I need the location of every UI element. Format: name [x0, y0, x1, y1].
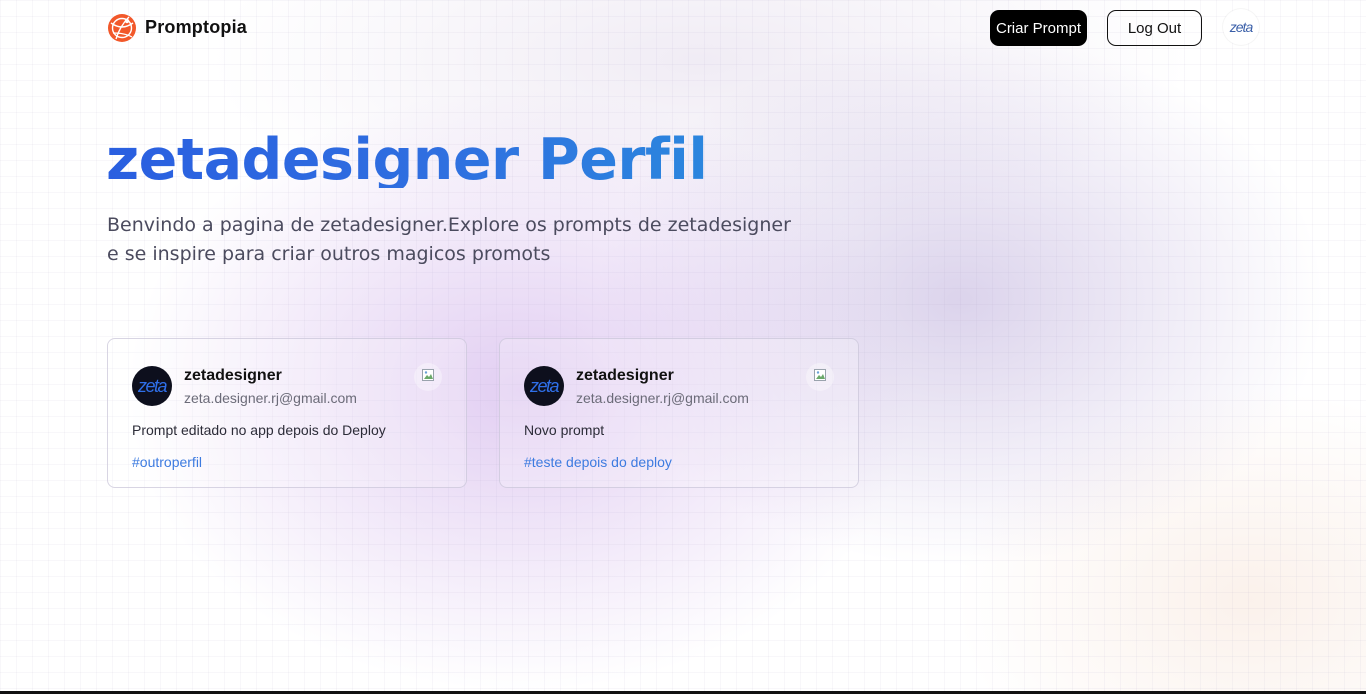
prompt-card: zeta zetadesigner zeta.designer.rj@gmail… — [107, 338, 467, 488]
author-username[interactable]: zetadesigner — [184, 367, 282, 385]
promptopia-logo-icon — [107, 13, 137, 43]
copy-button[interactable] — [414, 363, 442, 391]
logout-button[interactable]: Log Out — [1107, 10, 1202, 46]
prompt-tag[interactable]: #outroperfil — [132, 454, 202, 470]
author-email: zeta.designer.rj@gmail.com — [184, 390, 357, 406]
author-avatar[interactable]: zeta — [524, 366, 564, 406]
user-avatar[interactable]: zeta — [1223, 9, 1259, 45]
prompt-text: Prompt editado no app depois do Deploy — [132, 422, 386, 438]
copy-icon — [813, 368, 827, 387]
copy-icon — [421, 368, 435, 387]
author-username[interactable]: zetadesigner — [576, 367, 674, 385]
copy-button[interactable] — [806, 363, 834, 391]
brand-name[interactable]: Promptopia — [145, 17, 247, 38]
author-avatar[interactable]: zeta — [132, 366, 172, 406]
create-prompt-button[interactable]: Criar Prompt — [990, 10, 1087, 46]
prompt-card: zeta zetadesigner zeta.designer.rj@gmail… — [499, 338, 859, 488]
prompt-tag[interactable]: #teste depois do deploy — [524, 454, 672, 470]
page-description: Benvindo a pagina de zetadesigner.Explor… — [107, 214, 791, 265]
prompt-text: Novo prompt — [524, 422, 605, 438]
page-title: zetadesigner Perfil — [106, 127, 708, 188]
author-email: zeta.designer.rj@gmail.com — [576, 390, 749, 406]
